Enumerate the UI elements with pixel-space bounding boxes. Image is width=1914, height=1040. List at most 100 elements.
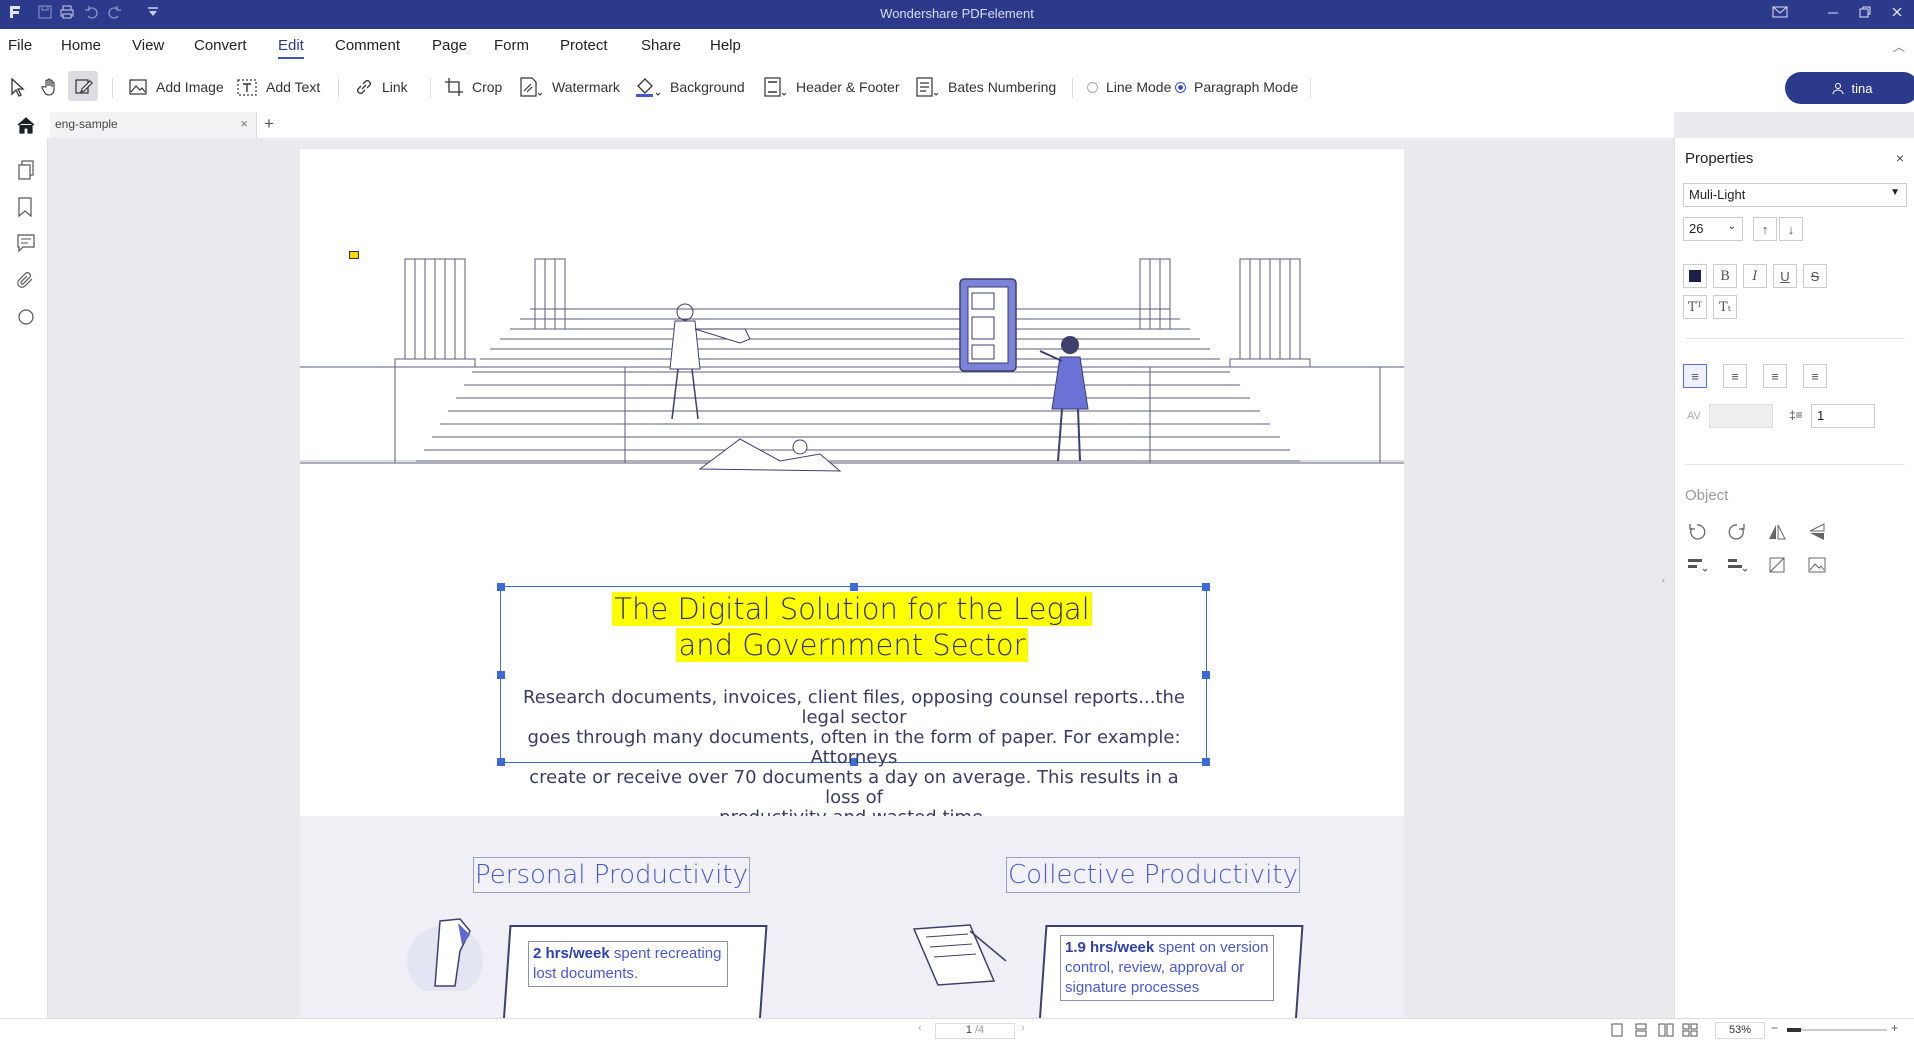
zoom-slider[interactable] [1787, 1028, 1887, 1032]
font-size-select[interactable]: 26 ⌄ [1683, 217, 1743, 241]
italic-button[interactable]: I [1743, 264, 1767, 288]
line-mode-radio[interactable]: Line Mode [1087, 74, 1171, 100]
align-center-button[interactable]: ≡ [1723, 364, 1747, 388]
header-footer-icon [764, 77, 787, 97]
collapse-ribbon-icon[interactable]: ︿ [1893, 38, 1905, 55]
resize-handle[interactable] [1202, 758, 1210, 766]
grid-view-icon[interactable] [1682, 1023, 1698, 1040]
stat-card-1-text[interactable]: 2 hrs/week spent recreating lost documen… [528, 941, 728, 987]
menu-edit[interactable]: Edit [278, 37, 304, 59]
rotate-left-icon[interactable] [1687, 522, 1707, 545]
close-window-icon[interactable] [1888, 5, 1906, 23]
zoom-out-icon[interactable]: − [1771, 1021, 1778, 1035]
paragraph-mode-radio-icon [1175, 81, 1186, 93]
resize-handle[interactable] [497, 758, 505, 766]
menu-convert[interactable]: Convert [194, 37, 247, 54]
zoom-level[interactable]: 53% [1715, 1022, 1765, 1039]
edit-tool[interactable] [68, 71, 98, 101]
bates-numbering-button[interactable]: Bates Numbering [914, 74, 1056, 100]
replace-image-icon[interactable] [1807, 556, 1827, 577]
close-properties-icon[interactable]: × [1896, 150, 1904, 166]
font-color-button[interactable] [1683, 264, 1707, 288]
align-justify-button[interactable]: ≡ [1803, 364, 1827, 388]
bold-button[interactable]: B [1713, 264, 1737, 288]
next-page-icon[interactable]: › [1021, 1022, 1025, 1034]
strikethrough-button[interactable]: S [1803, 264, 1827, 288]
title-bar: Wondershare PDFelement [0, 0, 1914, 29]
background-button[interactable]: Background [634, 74, 745, 100]
document-title-line1[interactable]: The Digital Solution for the Legal [300, 592, 1404, 626]
menu-page[interactable]: Page [432, 37, 467, 54]
bookmark-icon[interactable] [17, 197, 37, 218]
menu-file[interactable]: File [8, 37, 32, 54]
crop-object-icon[interactable] [1767, 556, 1787, 577]
decrease-font-button[interactable]: ↓ [1779, 217, 1803, 241]
search-icon[interactable] [17, 308, 37, 328]
font-family-select[interactable]: Muli-Light ▼ [1683, 183, 1907, 207]
menu-comment[interactable]: Comment [335, 37, 400, 54]
page-indicator[interactable]: 1 /4 [935, 1023, 1015, 1039]
select-tool[interactable] [8, 74, 28, 100]
menu-protect[interactable]: Protect [560, 37, 608, 54]
restore-icon[interactable] [1856, 5, 1874, 23]
resize-handle[interactable] [1202, 671, 1210, 679]
two-page-view-icon[interactable] [1658, 1023, 1674, 1040]
link-button[interactable]: Link [354, 74, 408, 100]
document-title-line2[interactable]: and Government Sector [300, 628, 1404, 662]
subscript-button[interactable]: Tₜ [1713, 295, 1737, 319]
crop-button[interactable]: Crop [444, 74, 502, 100]
legal-illustration [300, 258, 1404, 472]
continuous-view-icon[interactable] [1634, 1023, 1648, 1040]
home-icon[interactable] [16, 116, 36, 137]
mail-icon[interactable] [1771, 5, 1789, 23]
resize-handle[interactable] [497, 583, 505, 591]
resize-handle[interactable] [850, 583, 858, 591]
line-spacing-input[interactable]: 1 [1811, 404, 1875, 428]
close-tab-icon[interactable]: × [240, 116, 248, 131]
personal-productivity-heading[interactable]: Personal Productivity [473, 857, 750, 893]
collective-productivity-heading[interactable]: Collective Productivity [1006, 857, 1300, 893]
attachment-icon[interactable] [17, 271, 37, 291]
menu-help[interactable]: Help [710, 37, 741, 54]
resize-handle[interactable] [1202, 583, 1210, 591]
prev-page-icon[interactable]: ‹ [918, 1022, 922, 1034]
minimize-icon[interactable] [1824, 5, 1842, 23]
header-footer-button[interactable]: Header & Footer [762, 74, 900, 100]
left-sidebar: › [0, 138, 53, 1018]
user-account-button[interactable]: tina [1785, 72, 1914, 104]
flip-vertical-icon[interactable] [1807, 522, 1827, 545]
expand-right-panel-icon[interactable]: ‹ [1662, 575, 1665, 585]
menu-home[interactable]: Home [61, 37, 101, 54]
menu-form[interactable]: Form [494, 37, 529, 54]
tab-eng-sample[interactable]: eng-sample × [50, 112, 257, 138]
menu-view[interactable]: View [132, 37, 164, 54]
superscript-button[interactable]: Tᵀ [1683, 295, 1707, 319]
align-left-button[interactable]: ≡ [1683, 364, 1707, 388]
pages-icon[interactable] [17, 160, 37, 180]
char-spacing-input[interactable] [1709, 404, 1773, 428]
menu-share[interactable]: Share [641, 37, 681, 54]
distribute-objects-icon[interactable] [1727, 556, 1749, 577]
add-text-button[interactable]: Add Text [236, 74, 320, 100]
watermark-button[interactable]: Watermark [518, 74, 620, 100]
crop-icon [445, 78, 463, 96]
intro-paragraph[interactable]: Research documents, invoices, client fil… [512, 688, 1196, 828]
single-page-view-icon[interactable] [1610, 1023, 1624, 1040]
new-tab-icon[interactable]: + [264, 114, 274, 134]
hand-tool[interactable] [40, 74, 60, 100]
note-annotation-icon[interactable] [349, 251, 359, 259]
align-right-button[interactable]: ≡ [1763, 364, 1787, 388]
comment-panel-icon[interactable] [17, 234, 37, 254]
underline-button[interactable]: U [1773, 264, 1797, 288]
align-objects-icon[interactable] [1687, 556, 1709, 577]
line-mode-label: Line Mode [1106, 79, 1172, 95]
rotate-right-icon[interactable] [1727, 522, 1747, 545]
resize-handle[interactable] [497, 671, 505, 679]
add-image-button[interactable]: Add Image [128, 74, 224, 100]
increase-font-button[interactable]: ↑ [1753, 217, 1777, 241]
paragraph-mode-radio[interactable]: Paragraph Mode [1175, 74, 1298, 100]
zoom-slider-thumb[interactable] [1787, 1028, 1801, 1032]
zoom-in-icon[interactable]: + [1891, 1021, 1898, 1035]
flip-horizontal-icon[interactable] [1767, 522, 1787, 545]
stat-card-2-text[interactable]: 1.9 hrs/week spent on version control, r… [1060, 935, 1274, 1001]
